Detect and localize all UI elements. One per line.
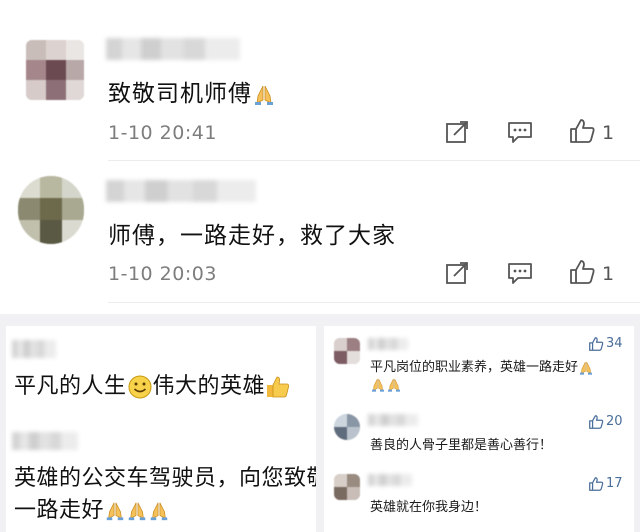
screenshot-panel-right: 34 平凡岗位的职业素养，英雄一路走好 20 善良的人骨子里都是善心善行！ 17… — [324, 326, 634, 532]
like-count: 17 — [606, 476, 623, 491]
like-icon[interactable] — [588, 414, 604, 430]
like-count: 1 — [602, 122, 615, 144]
avatar[interactable] — [18, 176, 84, 244]
comment-text: 善良的人骨子里都是善心善行！ — [370, 438, 553, 453]
screenshot-panel-left: 平凡的人生 伟大的英雄 英雄的公交车驾驶员，向您致敬 一路走好 — [6, 326, 316, 532]
like-count: 34 — [606, 336, 623, 351]
username-blurred[interactable] — [106, 38, 240, 60]
comment-text: 一路走好 — [14, 492, 170, 524]
share-icon[interactable] — [444, 119, 470, 145]
username-blurred[interactable] — [12, 432, 78, 450]
comment-icon[interactable] — [506, 119, 534, 145]
like-icon[interactable] — [568, 258, 596, 286]
username-blurred[interactable] — [12, 340, 56, 358]
comment-icon[interactable] — [506, 260, 534, 286]
avatar[interactable] — [334, 414, 360, 440]
username-blurred[interactable] — [368, 474, 412, 486]
praying-hands-icon — [388, 378, 400, 392]
comment-text: 平凡岗位的职业素养，英雄一路走好 — [370, 356, 594, 376]
thumbs-up-icon — [267, 376, 290, 398]
praying-hands-icon — [106, 502, 124, 521]
emoji-row — [370, 374, 402, 393]
praying-hands-icon — [150, 502, 168, 521]
praying-hands-icon — [128, 502, 146, 521]
like-icon[interactable] — [588, 476, 604, 492]
divider — [108, 160, 640, 161]
like-icon[interactable] — [568, 117, 596, 145]
comment-text: 英雄就在你我身边！ — [370, 500, 488, 515]
comment-text: 平凡的人生 伟大的英雄 — [14, 368, 291, 400]
timestamp: 1-10 20:03 — [108, 263, 217, 285]
avatar[interactable] — [26, 40, 84, 100]
smile-icon — [128, 375, 152, 399]
avatar[interactable] — [334, 474, 360, 500]
like-icon[interactable] — [588, 336, 604, 352]
comment-text: 英雄的公交车驾驶员，向您致敬 — [14, 466, 316, 491]
username-blurred[interactable] — [368, 414, 418, 426]
praying-hands-icon — [580, 361, 593, 375]
username-blurred[interactable] — [368, 338, 408, 350]
like-count: 20 — [606, 414, 623, 429]
share-icon[interactable] — [444, 260, 470, 286]
divider — [108, 302, 640, 303]
avatar[interactable] — [334, 338, 360, 364]
username-blurred[interactable] — [106, 180, 256, 202]
praying-hands-icon — [255, 85, 273, 105]
like-count: 1 — [602, 263, 615, 285]
comment-text: 师傅，一路走好，救了大家 — [108, 223, 396, 249]
timestamp: 1-10 20:41 — [108, 122, 217, 144]
praying-hands-icon — [372, 378, 384, 392]
comment-text: 致敬司机师傅 — [108, 74, 276, 108]
